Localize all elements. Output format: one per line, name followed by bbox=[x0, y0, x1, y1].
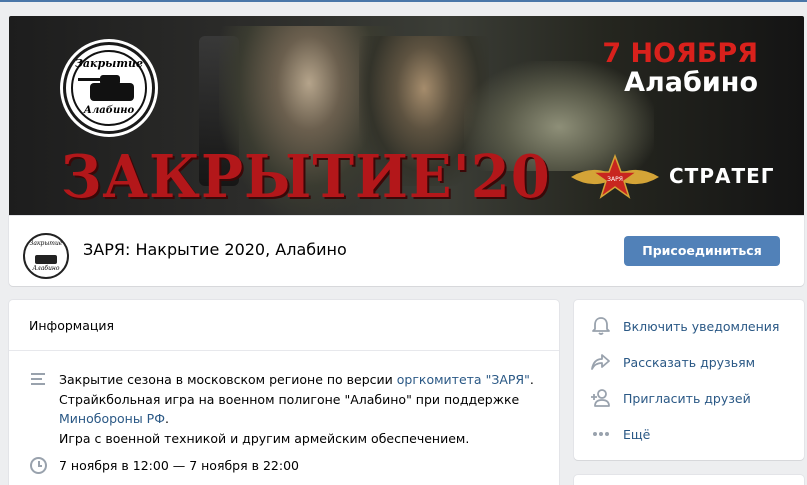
next-card bbox=[574, 475, 804, 485]
tank-icon bbox=[90, 83, 134, 101]
more-action[interactable]: Ещё bbox=[574, 416, 804, 452]
add-user-icon bbox=[591, 389, 610, 407]
avatar-tank-icon bbox=[35, 255, 57, 264]
share-label: Рассказать друзьям bbox=[623, 355, 756, 370]
invite-action[interactable]: Пригласить друзей bbox=[574, 380, 804, 416]
share-arrow-icon bbox=[591, 354, 610, 370]
notify-label: Включить уведомления bbox=[623, 319, 780, 334]
more-dots-icon bbox=[593, 432, 609, 436]
info-card: Информация Закрытие сезона в московском … bbox=[9, 300, 559, 485]
cover-date-line2: Алабино bbox=[624, 67, 758, 98]
link-orgcommittee[interactable]: оргкомитета "ЗАРЯ" bbox=[397, 372, 530, 387]
desc-text-2: . bbox=[529, 372, 534, 387]
group-avatar[interactable]: Закрытие Алабино bbox=[23, 233, 69, 279]
desc-text-1: Закрытие сезона в московском регионе по … bbox=[59, 372, 397, 387]
cover-date: 7 НОЯБРЯ Алабино bbox=[602, 40, 758, 96]
cover-logo: Закрытие Алабино bbox=[63, 42, 155, 134]
description-icon bbox=[31, 373, 47, 387]
share-action[interactable]: Рассказать друзьям bbox=[574, 344, 804, 380]
cover-image: Закрытие Алабино 7 НОЯБРЯ Алабино ЗАКРЫТ… bbox=[9, 16, 804, 216]
cover-title: ЗАКРЫТИЕ'20 bbox=[61, 142, 551, 212]
desc-text-4: . bbox=[164, 411, 169, 426]
cover-logo-bottom-text: Алабино bbox=[83, 105, 135, 116]
info-title: Информация bbox=[29, 318, 115, 333]
emblem-text: ЗАРЯ bbox=[607, 176, 623, 183]
clock-icon bbox=[30, 457, 47, 474]
avatar-top-text: Закрытие bbox=[29, 240, 63, 247]
avatar-bottom-text: Алабино bbox=[32, 265, 60, 272]
more-label: Ещё bbox=[623, 427, 651, 442]
cover-sponsor: СТРАТЕГ bbox=[669, 164, 775, 188]
cover-date-line1: 7 НОЯБРЯ bbox=[602, 38, 758, 69]
event-time: 7 ноября в 12:00 — 7 ноября в 22:00 bbox=[59, 458, 299, 473]
desc-text-3: Страйкбольная игра на военном полигоне "… bbox=[59, 391, 520, 407]
link-mod[interactable]: Минобороны РФ bbox=[59, 411, 165, 426]
actions-card: Включить уведомления Рассказать друзьям … bbox=[574, 300, 804, 460]
group-description: Закрытие сезона в московском регионе по … bbox=[59, 370, 539, 448]
group-name: ЗАРЯ: Накрытие 2020, Алабино bbox=[83, 240, 347, 259]
cover-logo-top-text: Закрытие bbox=[74, 57, 144, 70]
top-accent-line bbox=[0, 0, 807, 2]
join-button[interactable]: Присоединиться bbox=[624, 236, 780, 266]
invite-label: Пригласить друзей bbox=[623, 391, 751, 406]
star-emblem-icon: ЗАРЯ bbox=[571, 153, 659, 199]
divider bbox=[9, 350, 559, 351]
bell-icon bbox=[592, 317, 610, 335]
notify-action[interactable]: Включить уведомления bbox=[574, 308, 804, 344]
desc-text-5: Игра с военной техникой и другим армейск… bbox=[59, 430, 470, 446]
group-header: Закрытие Алабино ЗАРЯ: Накрытие 2020, Ал… bbox=[9, 216, 804, 286]
